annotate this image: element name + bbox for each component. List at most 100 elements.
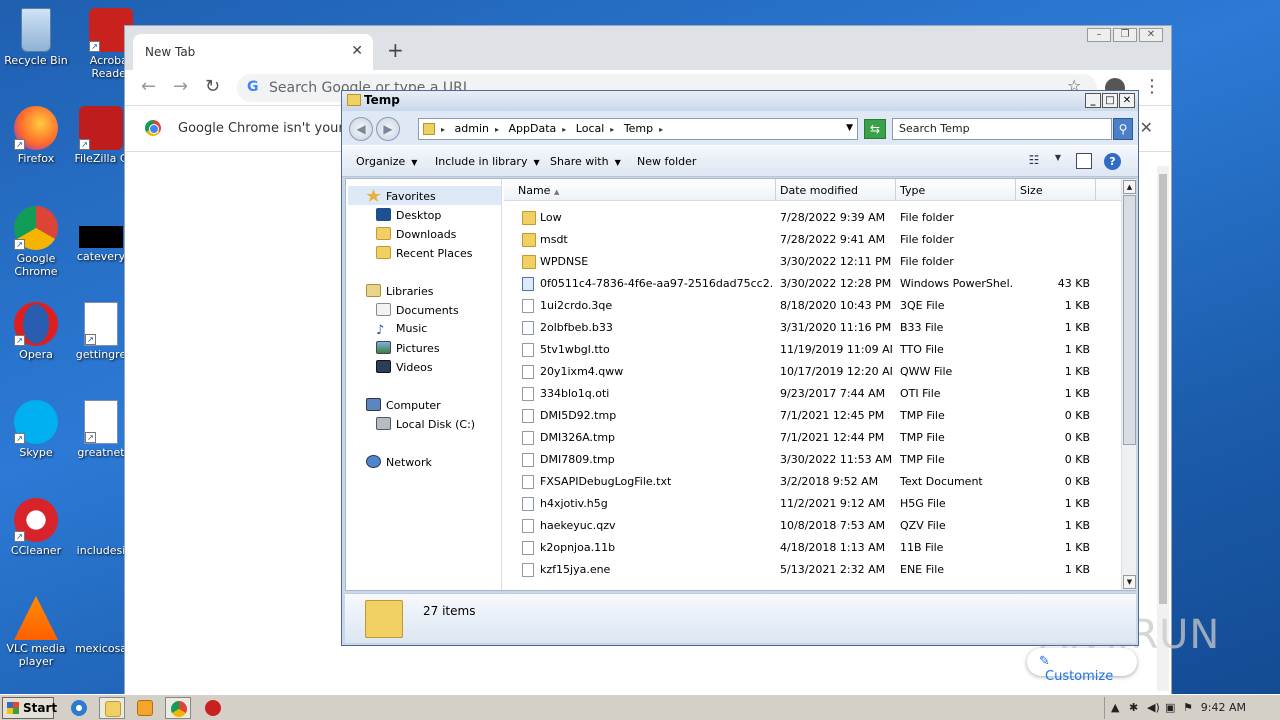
column-type[interactable]: Type (900, 184, 925, 197)
folder-icon (423, 123, 435, 135)
forward-arrow-icon[interactable]: → (173, 76, 188, 97)
file-row[interactable]: DMI5D92.tmp 7/1/2021 12:45 PM TMP File 0 KB (504, 405, 1121, 427)
nav-network[interactable]: Network (366, 455, 432, 469)
organize-button[interactable]: Organize ▼ (356, 155, 417, 168)
ccleaner-icon[interactable]: ↗ CCleaner (1, 498, 71, 557)
file-row[interactable]: kzf15jya.ene 5/13/2021 2:32 AM ENE File 1 K… (504, 559, 1121, 581)
scroll-down-icon[interactable]: ▼ (1123, 575, 1136, 589)
file-type: QZV File (900, 519, 946, 532)
scroll-up-icon[interactable]: ▲ (1123, 180, 1136, 194)
clock[interactable]: 9:42 AM (1201, 701, 1246, 714)
nav-local-disk[interactable]: Local Disk (C:) (376, 417, 475, 431)
close-icon[interactable]: ✕ (1139, 28, 1163, 42)
file-icon (522, 343, 534, 357)
file-row[interactable]: 5tv1wbgl.tto 11/19/2019 11:09 AM TTO File 1… (504, 339, 1121, 361)
minimize-icon[interactable]: – (1087, 28, 1111, 42)
file-row[interactable]: 2olbfbeb.b33 3/31/2020 11:16 PM B33 File 1 … (504, 317, 1121, 339)
opera-icon[interactable]: ↗ Opera (1, 302, 71, 361)
google-chrome-icon[interactable]: ↗ Google Chrome (1, 206, 71, 278)
show-hidden-icons-icon[interactable]: ▲ (1111, 701, 1119, 714)
chrome-tab[interactable]: New Tab ✕ (133, 34, 373, 70)
file-name: DMI7809.tmp (540, 453, 615, 466)
nav-pictures[interactable]: Pictures (376, 341, 440, 355)
nav-music[interactable]: ♪ Music (376, 322, 427, 338)
column-name[interactable]: Name ▲ (518, 184, 559, 197)
file-rows: Low 7/28/2022 9:39 AM File folder msdt 7/28/… (504, 207, 1121, 590)
action-center-flag-icon[interactable]: ⚑ (1183, 701, 1193, 714)
restore-icon[interactable]: ❐ (1113, 28, 1137, 42)
file-date: 9/23/2017 7:44 AM (780, 387, 886, 400)
breadcrumb-temp[interactable]: Temp (624, 122, 653, 135)
breadcrumb-admin[interactable]: admin (455, 122, 489, 135)
file-row[interactable]: WPDNSE 3/30/2022 12:11 PM File folder (504, 251, 1121, 273)
nav-computer[interactable]: Computer (366, 398, 441, 412)
file-row[interactable]: h4xjotiv.h5g 11/2/2021 9:12 AM H5G File 1 K… (504, 493, 1121, 515)
column-headers: Name ▲ Date modified Type Size (504, 179, 1121, 201)
file-row[interactable]: Low 7/28/2022 9:39 AM File folder (504, 207, 1121, 229)
vlc-icon[interactable]: VLC media player (1, 596, 71, 668)
ie-taskbar-icon[interactable] (66, 697, 92, 719)
file-row[interactable]: DMI326A.tmp 7/1/2021 12:44 PM TMP File 0 KB (504, 427, 1121, 449)
reload-icon[interactable]: ↻ (205, 76, 220, 97)
nav-recent-places[interactable]: Recent Places (376, 246, 473, 260)
file-row[interactable]: 0f0511c4-7836-4f6e-aa97-2516dad75cc2.ps1… (504, 273, 1121, 295)
file-row[interactable]: k2opnjoa.11b 4/18/2018 1:13 AM 11B File 1 K… (504, 537, 1121, 559)
nav-documents[interactable]: Documents (376, 303, 459, 317)
back-arrow-icon[interactable]: ← (141, 76, 156, 97)
network-tray-icon[interactable]: ▣ (1165, 701, 1175, 714)
column-date-modified[interactable]: Date modified (780, 184, 858, 197)
breadcrumb-local[interactable]: Local (576, 122, 605, 135)
search-icon[interactable]: ⚲ (1113, 118, 1133, 140)
view-options-icon[interactable]: ☷ (1026, 153, 1042, 169)
chrome-taskbar-icon[interactable] (165, 697, 191, 719)
bluetooth-icon[interactable]: ✱ (1129, 701, 1138, 714)
breadcrumb-appdata[interactable]: AppData (509, 122, 557, 135)
maximize-icon[interactable]: □ (1102, 93, 1118, 108)
nav-desktop[interactable]: Desktop (376, 208, 441, 222)
forward-button[interactable]: ▶ (376, 117, 400, 141)
file-name: kzf15jya.ene (540, 563, 611, 576)
new-tab-icon[interactable]: + (387, 38, 404, 62)
search-input[interactable]: Search Temp (892, 118, 1112, 140)
file-row[interactable]: FXSAPIDebugLogFile.txt 3/2/2018 9:52 AM Te… (504, 471, 1121, 493)
volume-icon[interactable]: ◀) (1147, 701, 1160, 714)
chrome-tab-bar: New Tab ✕ + – ❐ ✕ (125, 26, 1171, 70)
nav-libraries[interactable]: Libraries (366, 284, 434, 298)
share-with-button[interactable]: Share with ▼ (550, 155, 621, 168)
breadcrumb[interactable]: ▸ admin ▸ AppData ▸ Local ▸ Temp ▸ ▼ (418, 118, 858, 140)
explorer-taskbar-icon[interactable] (99, 697, 125, 719)
file-row[interactable]: 20y1ixm4.qww 10/17/2019 12:20 AM QWW File 1… (504, 361, 1121, 383)
close-icon[interactable]: ✕ (1119, 93, 1135, 108)
preview-pane-icon[interactable] (1076, 153, 1092, 169)
file-row[interactable]: haekeyuc.qzv 10/8/2018 7:53 AM QZV File 1 K… (504, 515, 1121, 537)
new-folder-button[interactable]: New folder (637, 155, 696, 168)
file-row[interactable]: 1ui2crdo.3qe 8/18/2020 10:43 PM 3QE File 1 … (504, 295, 1121, 317)
file-size: 1 KB (1064, 299, 1090, 312)
recycle-bin-icon[interactable]: Recycle Bin (1, 8, 71, 67)
media-player-taskbar-icon[interactable] (132, 697, 158, 719)
close-tab-icon[interactable]: ✕ (351, 43, 363, 59)
nav-videos[interactable]: Videos (376, 360, 433, 374)
start-button[interactable]: Start (2, 697, 57, 719)
file-row[interactable]: msdt 7/28/2022 9:41 AM File folder (504, 229, 1121, 251)
minimize-icon[interactable]: _ (1085, 93, 1101, 108)
file-date: 10/8/2018 7:53 AM (780, 519, 886, 532)
file-row[interactable]: 334blo1q.oti 9/23/2017 7:44 AM OTI File 1 K… (504, 383, 1121, 405)
chevron-down-icon[interactable]: ▼ (1050, 153, 1066, 169)
help-icon[interactable]: ? (1104, 153, 1121, 170)
refresh-icon[interactable]: ⇆ (864, 119, 886, 139)
back-button[interactable]: ◀ (349, 117, 373, 141)
firefox-icon[interactable]: ↗ Firefox (1, 106, 71, 165)
skype-icon[interactable]: ↗ Skype (1, 400, 71, 459)
column-size[interactable]: Size (1020, 184, 1043, 197)
include-in-library-button[interactable]: Include in library ▼ (435, 155, 540, 168)
menu-dots-icon[interactable]: ⋮ (1143, 76, 1161, 97)
stop-taskbar-icon[interactable] (200, 697, 226, 719)
file-list-scrollbar[interactable]: ▲ ▼ (1121, 179, 1136, 590)
infobar-close-icon[interactable]: ✕ (1140, 118, 1153, 137)
file-row[interactable]: DMI7809.tmp 3/30/2022 11:53 AM TMP File 0 K… (504, 449, 1121, 471)
nav-downloads[interactable]: Downloads (376, 227, 456, 241)
nav-favorites[interactable]: Favorites (366, 189, 436, 203)
scroll-thumb[interactable] (1123, 195, 1136, 445)
chevron-down-icon[interactable]: ▼ (846, 123, 853, 133)
